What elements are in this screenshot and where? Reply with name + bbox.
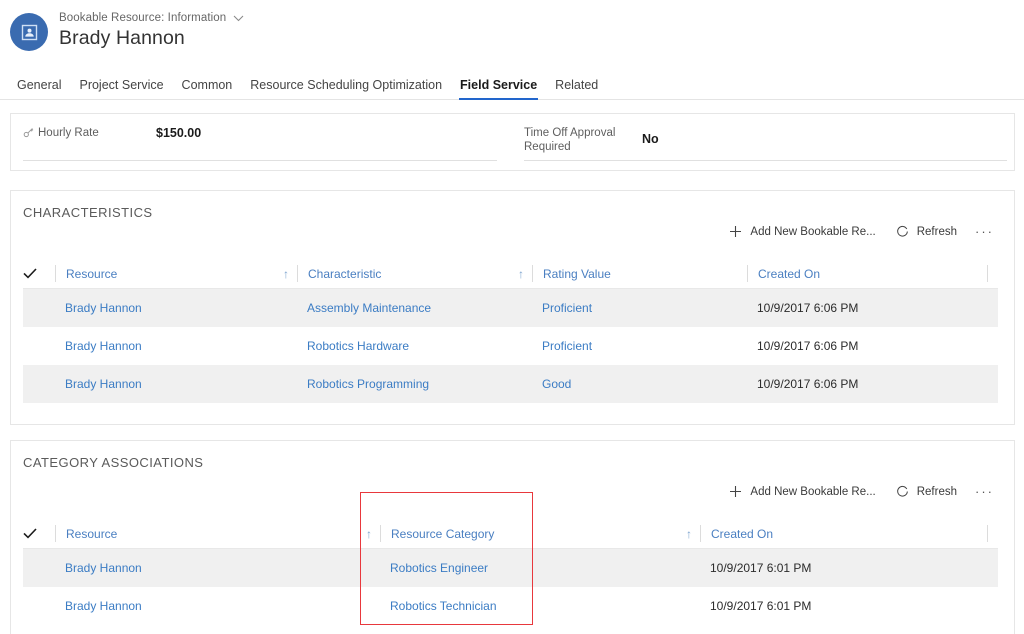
column-header-created-on[interactable]: Created On [747,265,987,282]
column-label: Resource [66,527,117,541]
column-label: Resource [66,267,117,281]
column-header-created-on[interactable]: Created On [700,525,987,542]
refresh-icon [896,225,909,238]
cell-rating-value[interactable]: Proficient [532,301,747,315]
refresh-button-characteristics[interactable]: Refresh [886,221,967,242]
cell-characteristic[interactable]: Assembly Maintenance [297,301,532,315]
sort-ascending-icon: ↑ [518,267,524,281]
hourly-rate-label-wrap: Hourly Rate [23,126,156,142]
column-label: Created On [711,527,773,541]
plus-icon [729,225,742,238]
column-header-resource[interactable]: Resource ↑ [55,265,297,282]
chevron-down-icon[interactable] [233,15,244,22]
hourly-rate-value[interactable]: $150.00 [156,126,201,140]
column-divider [987,265,988,282]
cell-created-on: 10/9/2017 6:01 PM [700,599,987,613]
summary-fields: Hourly Rate $150.00 Time Off Approval Re… [11,114,1014,176]
table-row[interactable]: Brady Hannon Robotics Programming Good 1… [23,365,998,403]
column-label: Rating Value [543,267,611,281]
characteristics-toolbar: Add New Bookable Re... Refresh ··· [719,220,1002,243]
hourly-rate-underline [23,160,497,161]
page-title: Brady Hannon [59,27,244,50]
record-header: Bookable Resource: Information Brady Han… [0,0,1024,70]
entity-label: Bookable Resource: Information [59,12,226,24]
time-off-approval-value[interactable]: No [642,132,659,146]
column-divider [987,525,988,542]
select-all-checkmark-icon[interactable] [23,528,55,539]
ellipsis-icon[interactable]: ··· [967,220,1002,243]
sort-ascending-icon: ↑ [283,267,289,281]
time-off-label-wrap: Time Off Approval Required [524,126,642,154]
characteristics-grid: Resource ↑ Characteristic ↑ Rating Value… [23,259,998,403]
ellipsis-icon[interactable]: ··· [967,480,1002,503]
refresh-icon [896,485,909,498]
refresh-button-categories[interactable]: Refresh [886,481,967,502]
add-button-label: Add New Bookable Re... [750,226,875,238]
select-all-checkmark-icon[interactable] [23,268,55,279]
tab-general[interactable]: General [8,78,70,99]
table-row[interactable]: Brady Hannon Robotics Hardware Proficien… [23,327,998,365]
field-time-off-approval-required: Time Off Approval Required No [511,126,1011,176]
refresh-button-label: Refresh [917,226,957,238]
time-off-underline [524,160,1007,161]
add-new-bookable-resource-button-characteristics[interactable]: Add New Bookable Re... [719,221,885,242]
column-label: Resource Category [391,527,494,541]
form-page: Bookable Resource: Information Brady Han… [0,0,1024,634]
cell-resource[interactable]: Brady Hannon [55,339,297,353]
category-associations-toolbar: Add New Bookable Re... Refresh ··· [719,480,1002,503]
cell-characteristic[interactable]: Robotics Programming [297,377,532,391]
add-new-bookable-resource-button-categories[interactable]: Add New Bookable Re... [719,481,885,502]
cell-created-on: 10/9/2017 6:06 PM [747,301,987,315]
category-associations-grid-header: Resource ↑ Resource Category ↑ Created O… [23,519,998,549]
column-label: Created On [758,267,820,281]
key-icon [23,126,34,142]
cell-resource[interactable]: Brady Hannon [55,599,380,613]
time-off-approval-label: Time Off Approval Required [524,126,642,154]
cell-rating-value[interactable]: Proficient [532,339,747,353]
category-associations-grid: Resource ↑ Resource Category ↑ Created O… [23,519,998,625]
cell-resource-category[interactable]: Robotics Technician [380,599,700,613]
tab-field-service[interactable]: Field Service [451,78,546,99]
column-header-rating-value[interactable]: Rating Value [532,265,747,282]
characteristics-card: CHARACTERISTICS Add New Bookable Re... R… [10,190,1015,425]
table-row[interactable]: Brady Hannon Assembly Maintenance Profic… [23,289,998,327]
category-associations-card: CATEGORY ASSOCIATIONS Add New Bookable R… [10,440,1015,634]
plus-icon [729,485,742,498]
sort-ascending-icon: ↑ [686,527,692,541]
cell-created-on: 10/9/2017 6:06 PM [747,339,987,353]
refresh-button-label: Refresh [917,486,957,498]
table-row[interactable]: Brady Hannon Robotics Engineer 10/9/2017… [23,549,998,587]
tab-project-service[interactable]: Project Service [70,78,172,99]
column-header-characteristic[interactable]: Characteristic ↑ [297,265,532,282]
summary-fields-card: Hourly Rate $150.00 Time Off Approval Re… [10,113,1015,171]
category-associations-title: CATEGORY ASSOCIATIONS [11,441,1014,470]
characteristics-grid-header: Resource ↑ Characteristic ↑ Rating Value… [23,259,998,289]
column-label: Characteristic [308,267,381,281]
cell-resource[interactable]: Brady Hannon [55,561,380,575]
column-header-resource[interactable]: Resource ↑ [55,525,380,542]
form-tabs: General Project Service Common Resource … [0,70,1024,100]
field-hourly-rate: Hourly Rate $150.00 [11,126,511,176]
cell-resource[interactable]: Brady Hannon [55,301,297,315]
cell-created-on: 10/9/2017 6:01 PM [700,561,987,575]
header-text: Bookable Resource: Information Brady Han… [59,11,244,50]
add-button-label: Add New Bookable Re... [750,486,875,498]
cell-resource-category[interactable]: Robotics Engineer [380,561,700,575]
column-header-resource-category[interactable]: Resource Category ↑ [380,525,700,542]
cell-rating-value[interactable]: Good [532,377,747,391]
cell-resource[interactable]: Brady Hannon [55,377,297,391]
tab-related[interactable]: Related [546,78,607,99]
table-row[interactable]: Brady Hannon Robotics Technician 10/9/20… [23,587,998,625]
tab-resource-scheduling-optimization[interactable]: Resource Scheduling Optimization [241,78,451,99]
tab-common[interactable]: Common [173,78,242,99]
sort-ascending-icon: ↑ [366,527,372,541]
cell-created-on: 10/9/2017 6:06 PM [747,377,987,391]
hourly-rate-label: Hourly Rate [38,126,99,140]
cell-characteristic[interactable]: Robotics Hardware [297,339,532,353]
entity-breadcrumb[interactable]: Bookable Resource: Information [59,12,244,24]
characteristics-title: CHARACTERISTICS [11,191,1014,220]
bookable-resource-icon [10,13,48,51]
